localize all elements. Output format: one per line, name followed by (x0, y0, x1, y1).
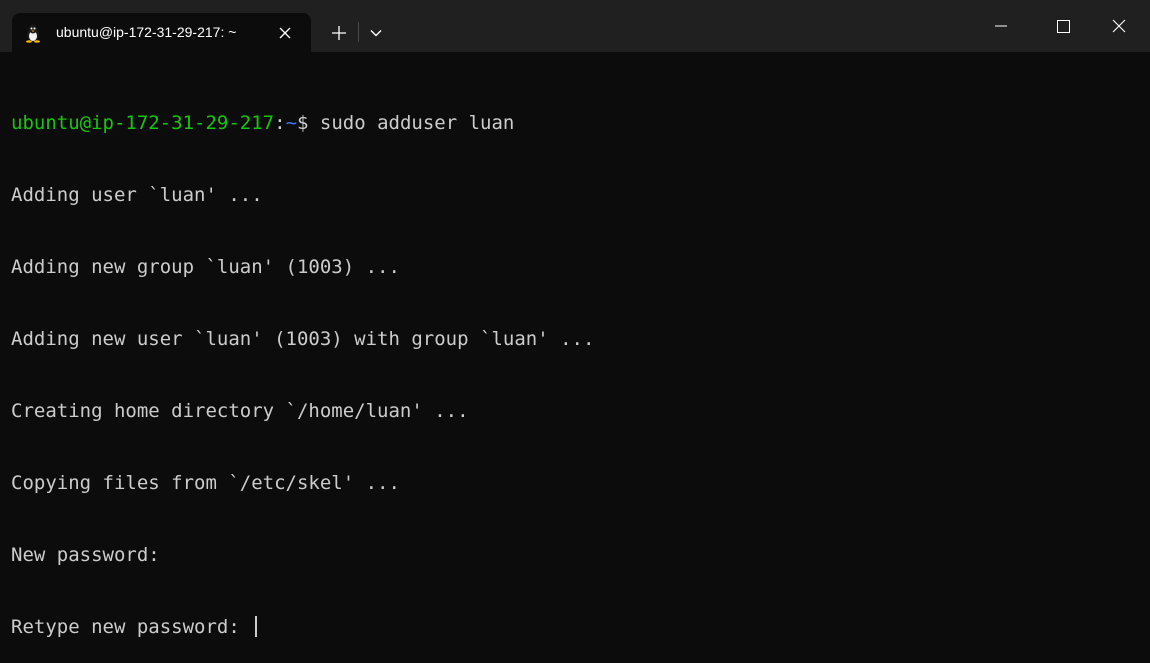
current-input-line[interactable]: Retype new password: (11, 615, 1141, 639)
output-line: Adding user `luan' ... (11, 184, 263, 206)
maximize-button[interactable] (1040, 0, 1086, 52)
new-tab-button[interactable] (324, 20, 354, 46)
tab-ubuntu[interactable]: ubuntu@ip-172-31-29-217: ~ (12, 13, 311, 52)
tab-close-icon[interactable] (275, 23, 295, 43)
title-bar: ubuntu@ip-172-31-29-217: ~ (0, 0, 1150, 52)
password-prompt: Retype new password: (11, 616, 252, 638)
output-line: Creating home directory `/home/luan' ... (11, 400, 469, 422)
linux-tux-icon (23, 23, 43, 43)
chevron-down-icon (370, 30, 382, 37)
prompt-symbol: $ (297, 112, 309, 134)
output-line: Adding new user `luan' (1003) with group… (11, 328, 595, 350)
output-line: New password: (11, 544, 160, 566)
output-line: Adding new group `luan' (1003) ... (11, 256, 400, 278)
close-icon (1112, 19, 1126, 33)
maximize-icon (1056, 19, 1070, 33)
prompt-path: ~ (285, 112, 298, 134)
tab-separator (358, 22, 359, 42)
tab-title: ubuntu@ip-172-31-29-217: ~ (56, 24, 237, 40)
prompt-line: ubuntu@ip-172-31-29-217:~$ sudo adduser … (11, 111, 1141, 135)
command-text: sudo adduser luan (308, 112, 515, 134)
plus-icon (332, 26, 346, 40)
text-cursor (255, 616, 258, 637)
output-line: Copying files from `/etc/skel' ... (11, 472, 400, 494)
minimize-button[interactable] (978, 0, 1024, 52)
minimize-icon (995, 25, 1007, 27)
prompt-colon: : (274, 112, 286, 134)
close-window-button[interactable] (1096, 0, 1142, 52)
tab-dropdown-button[interactable] (362, 20, 390, 46)
terminal-output[interactable]: ubuntu@ip-172-31-29-217:~$ sudo adduser … (11, 63, 1141, 638)
prompt-user-host: ubuntu@ip-172-31-29-217 (11, 112, 275, 134)
